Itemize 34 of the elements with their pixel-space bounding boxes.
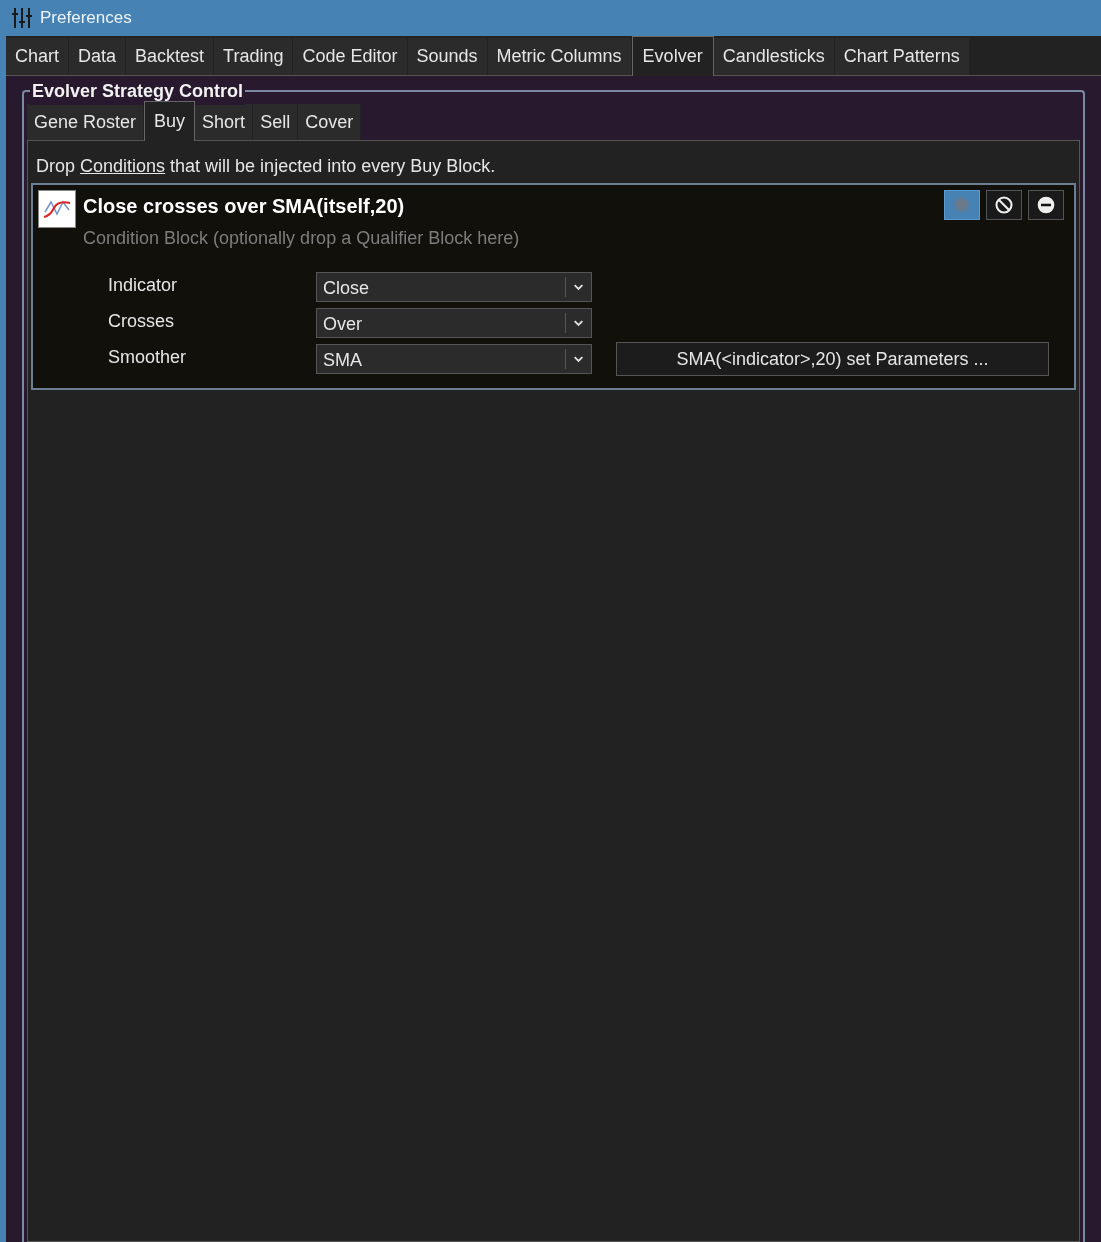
- dropdown[interactable]: SMA: [316, 344, 592, 374]
- tab[interactable]: Metric Columns: [487, 38, 632, 75]
- dropdown[interactable]: Close: [316, 272, 592, 302]
- tab[interactable]: Sell: [253, 104, 299, 140]
- tab[interactable]: Data: [69, 38, 127, 75]
- tab[interactable]: Code Editor: [293, 38, 408, 75]
- sliders-icon: [12, 7, 32, 29]
- tab[interactable]: Cover: [298, 104, 362, 140]
- field-label: Indicator: [107, 273, 179, 297]
- tab[interactable]: Evolver: [631, 36, 714, 76]
- tab[interactable]: Chart Patterns: [834, 38, 970, 75]
- prohibited-icon: [994, 195, 1014, 215]
- window-title: Preferences: [40, 7, 132, 30]
- tab[interactable]: Backtest: [126, 38, 215, 75]
- tab[interactable]: Buy: [144, 101, 196, 141]
- dropdown[interactable]: Over: [316, 308, 592, 338]
- instruction-text: Drop Conditions that will be injected into every Buy Block.: [35, 155, 497, 178]
- block-title: Close crosses over SMA(itself,20): [83, 194, 406, 219]
- field-label: Crosses: [107, 309, 175, 333]
- settings-icon: [952, 195, 972, 215]
- conditions-link[interactable]: Conditions: [80, 156, 166, 176]
- remove-button[interactable]: [1028, 190, 1064, 220]
- tab[interactable]: Gene Roster: [27, 104, 145, 140]
- minus-circle-icon: [1036, 195, 1056, 215]
- tab[interactable]: Chart: [6, 38, 69, 75]
- tab[interactable]: Trading: [214, 38, 294, 75]
- disable-button[interactable]: [986, 190, 1022, 220]
- set-parameters-button[interactable]: SMA(<indicator>,20) set Parameters ...: [616, 342, 1049, 376]
- block-subtitle: Condition Block (optionally drop a Qualifier Block here): [83, 227, 521, 250]
- tab[interactable]: Sounds: [407, 38, 488, 75]
- field-label: Smoother: [107, 345, 188, 369]
- crossing-lines-icon: [38, 190, 76, 228]
- tab[interactable]: Short: [195, 104, 254, 140]
- tab[interactable]: Candlesticks: [713, 38, 835, 75]
